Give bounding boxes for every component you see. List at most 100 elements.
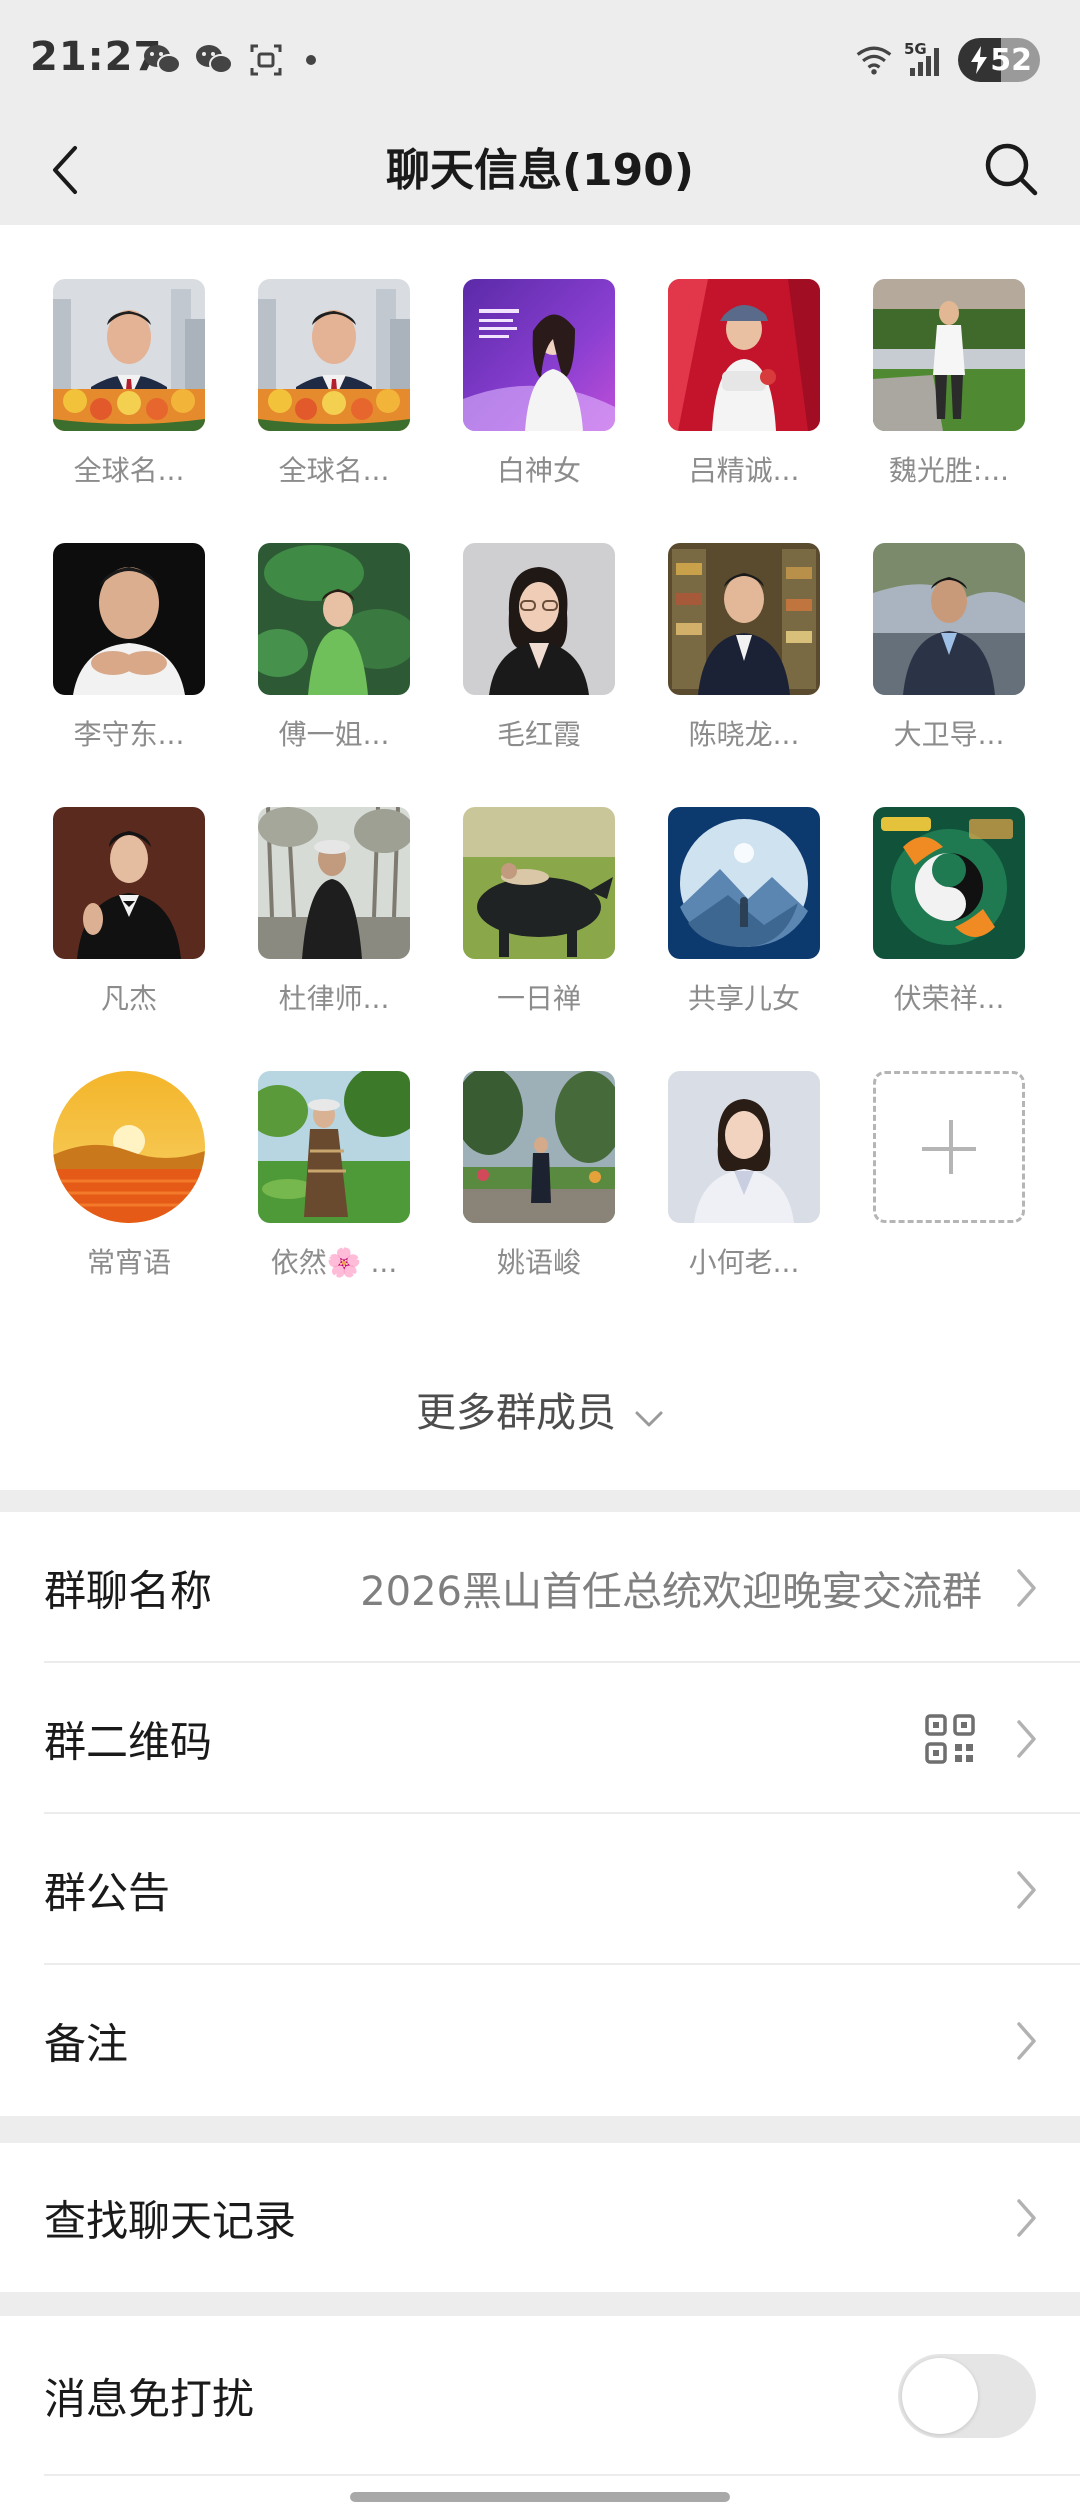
member-item[interactable]: 李守东... <box>39 543 219 753</box>
member-avatar <box>463 1071 615 1223</box>
member-avatar <box>258 543 410 695</box>
home-indicator[interactable] <box>350 2492 730 2502</box>
battery-indicator: 52 <box>958 38 1040 82</box>
member-item[interactable]: 共享儿女 <box>654 807 834 1017</box>
member-item[interactable]: 凡杰 <box>39 807 219 1017</box>
member-item[interactable]: 依然🌸 ... <box>244 1071 424 1281</box>
member-avatar <box>668 807 820 959</box>
member-item[interactable]: 一日禅 <box>449 807 629 1017</box>
page-title: 聊天信息(190) <box>385 145 695 196</box>
member-avatar <box>668 543 820 695</box>
member-item[interactable]: 杜律师... <box>244 807 424 1017</box>
member-item[interactable]: 陈晓龙... <box>654 543 834 753</box>
group-name-value: 2026黑山首任总统欢迎晚宴交流群 <box>360 1568 982 1615</box>
divider <box>44 2474 1080 2476</box>
add-member-button[interactable] <box>859 1071 1039 1223</box>
member-name: 陈晓龙... <box>688 718 800 751</box>
member-name: 姚语峻 <box>496 1246 581 1279</box>
member-avatar <box>873 543 1025 695</box>
mute-row: 消息免打扰 <box>0 2316 1080 2476</box>
member-item[interactable]: 吕精诚... <box>654 279 834 489</box>
member-name: 李守东... <box>73 718 185 751</box>
search-history-row[interactable]: 查找聊天记录 <box>0 2143 1080 2292</box>
member-name: 杜律师... <box>278 982 390 1015</box>
more-members-label: 更多群成员 <box>416 1390 616 1436</box>
plus-icon <box>873 1071 1025 1223</box>
member-avatar <box>53 807 205 959</box>
chevron-right-icon <box>1017 2198 1036 2237</box>
member-item[interactable]: 伏荣祥... <box>859 807 1039 1017</box>
cellular-signal-icon: 5G <box>904 40 948 80</box>
search-history-label: 查找聊天记录 <box>44 2196 297 2245</box>
group-announcement-row[interactable]: 群公告 <box>0 1814 1080 1965</box>
member-item[interactable]: 魏光胜:... <box>859 279 1039 489</box>
mute-label: 消息免打扰 <box>44 2374 255 2424</box>
status-system-icons: 5G 52 <box>854 38 1040 82</box>
search-section: 查找聊天记录 <box>0 2143 1080 2292</box>
wifi-icon <box>854 40 894 80</box>
member-avatar <box>668 1071 820 1223</box>
member-name: 依然🌸 ... <box>270 1246 398 1279</box>
member-avatar <box>873 807 1025 959</box>
screenshot-icon <box>246 40 286 80</box>
member-item[interactable]: 全球名... <box>39 279 219 489</box>
wechat-icon <box>142 40 182 80</box>
notification-section: 消息免打扰 <box>0 2316 1080 2520</box>
group-qr-row[interactable]: 群二维码 <box>0 1663 1080 1814</box>
member-name: 全球名... <box>278 454 390 487</box>
search-icon <box>985 143 1038 196</box>
member-item[interactable]: 傅一姐... <box>244 543 424 753</box>
chevron-right-icon <box>1017 1870 1036 1909</box>
member-grid: 全球名... 全球名... 白神女 吕精诚... 魏光胜:... 李守东... <box>0 225 1080 1490</box>
member-name: 傅一姐... <box>278 718 390 751</box>
member-avatar <box>53 1071 205 1223</box>
member-item[interactable]: 白神女 <box>449 279 629 489</box>
group-settings-section: 群聊名称 2026黑山首任总统欢迎晚宴交流群 群二维码 群公告 备注 <box>0 1512 1080 2116</box>
member-item[interactable]: 常宵语 <box>39 1071 219 1281</box>
battery-percent: 52 <box>990 42 1032 78</box>
member-avatar <box>258 1071 410 1223</box>
member-avatar <box>668 279 820 431</box>
wechat-icon <box>194 40 234 80</box>
nav-bar: 聊天信息(190) <box>0 120 1080 225</box>
member-item[interactable]: 毛红霞 <box>449 543 629 753</box>
member-name: 一日禅 <box>496 982 581 1015</box>
member-name: 大卫导... <box>893 718 1005 751</box>
charging-bolt-icon <box>971 46 987 74</box>
search-button[interactable] <box>976 134 1046 204</box>
member-item[interactable]: 小何老... <box>654 1071 834 1281</box>
member-avatar <box>53 279 205 431</box>
member-name: 白神女 <box>496 454 581 487</box>
remark-row[interactable]: 备注 <box>0 1965 1080 2116</box>
member-avatar <box>463 543 615 695</box>
chevron-right-icon <box>1017 2021 1036 2060</box>
member-item[interactable]: 大卫导... <box>859 543 1039 753</box>
member-name: 魏光胜:... <box>888 454 1010 487</box>
group-announcement-label: 群公告 <box>44 1868 171 1917</box>
member-name: 吕精诚... <box>688 454 800 487</box>
member-avatar <box>463 807 615 959</box>
mute-toggle[interactable] <box>898 2354 1036 2438</box>
group-qr-label: 群二维码 <box>44 1717 213 1766</box>
more-notifications-dot <box>306 55 316 65</box>
group-name-label: 群聊名称 <box>44 1566 213 1615</box>
member-avatar <box>873 279 1025 431</box>
chevron-right-icon <box>1017 1568 1036 1607</box>
member-avatar <box>463 279 615 431</box>
qr-code-icon <box>925 1713 975 1764</box>
member-name: 凡杰 <box>100 982 157 1015</box>
member-name: 共享儿女 <box>687 982 800 1015</box>
member-name: 常宵语 <box>86 1246 171 1279</box>
member-avatar <box>53 543 205 695</box>
chevron-right-icon <box>1017 1719 1036 1758</box>
chevron-down-icon <box>634 1392 664 1438</box>
remark-label: 备注 <box>44 2019 129 2068</box>
member-avatar <box>258 279 410 431</box>
member-name: 毛红霞 <box>496 718 581 751</box>
member-item[interactable]: 全球名... <box>244 279 424 489</box>
member-name: 伏荣祥... <box>893 982 1005 1015</box>
member-item[interactable]: 姚语峻 <box>449 1071 629 1281</box>
more-members-button[interactable]: 更多群成员 <box>0 1380 1080 1438</box>
group-name-row[interactable]: 群聊名称 2026黑山首任总统欢迎晚宴交流群 <box>0 1512 1080 1663</box>
status-notification-icons <box>142 40 316 80</box>
